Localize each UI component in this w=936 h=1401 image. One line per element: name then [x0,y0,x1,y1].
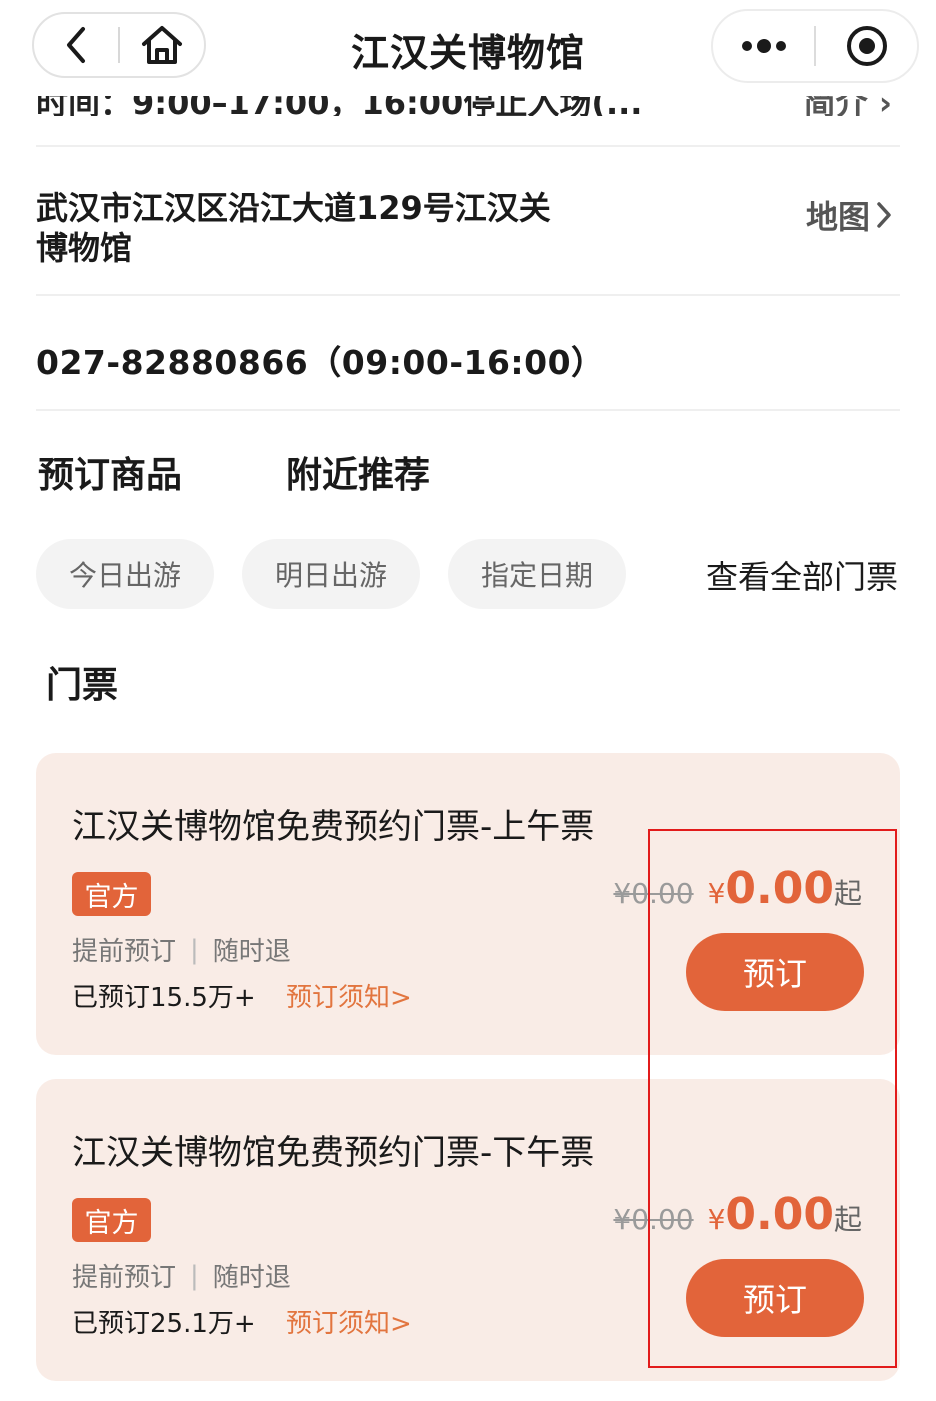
feature-refund-anytime: 随时退 [212,1263,291,1293]
close-miniprogram-button[interactable] [816,11,917,81]
currency-symbol: ¥ [707,877,726,910]
ticket-card[interactable]: 江汉关博物馆免费预约门票-上午票 官方 提前预订 | 随时退 已预订15.5万+… [36,753,900,1055]
ticket-features: 提前预订 | 随时退 [72,931,291,968]
divider [36,145,900,147]
feature-refund-anytime: 随时退 [212,937,291,967]
currency-symbol: ¥ [707,1203,726,1236]
tab-nearby[interactable]: 附近推荐 [286,446,430,498]
map-link[interactable]: 地图 [806,192,892,238]
price: ¥0.00 ¥ 0.00 起 [613,1189,862,1240]
target-circle-icon [846,26,887,66]
feature-separator: | [190,934,199,965]
menu-capsule [711,9,919,83]
feature-advance-booking: 提前预订 [72,937,177,967]
divider [36,294,900,296]
address-text: 武汉市江汉区沿江大道129号江汉关博物馆 [36,189,551,267]
divider [36,409,900,411]
booking-notice-link[interactable]: 预订须知> [286,1303,412,1340]
price-amount: 0.00 [725,1189,834,1240]
book-button[interactable]: 预订 [686,933,864,1011]
official-badge: 官方 [72,872,151,916]
more-button[interactable] [713,11,814,81]
map-link-label: 地图 [805,198,870,236]
phone-number[interactable]: 027-82880866（09:00-16:00） [36,336,605,384]
price-suffix: 起 [833,1203,862,1236]
original-price: ¥0.00 [613,1203,694,1236]
section-title: 门票 [46,665,119,706]
feature-advance-booking: 提前预订 [72,1263,177,1293]
tab-booking[interactable]: 预订商品 [38,446,182,498]
booking-notice-link[interactable]: 预订须知> [286,977,412,1014]
price: ¥0.00 ¥ 0.00 起 [613,863,862,914]
view-all-tickets-link[interactable]: 查看全部门票 [706,552,898,598]
book-button[interactable]: 预订 [686,1259,864,1337]
more-dots-icon [741,39,786,53]
chip-tomorrow[interactable]: 明日出游 [242,539,420,609]
chip-today[interactable]: 今日出游 [36,539,214,609]
price-amount: 0.00 [725,863,834,914]
price-suffix: 起 [833,877,862,910]
chevron-right-icon [877,202,891,228]
ticket-card[interactable]: 江汉关博物馆免费预约门票-下午票 官方 提前预订 | 随时退 已预订25.1万+… [36,1079,900,1381]
sold-count: 已预订25.1万+ [72,1309,256,1339]
original-price: ¥0.00 [613,877,694,910]
header-bar: 江汉关博物馆 [0,0,936,96]
ticket-title: 江汉关博物馆免费预约门票-下午票 [72,1133,595,1173]
ticket-features: 提前预订 | 随时退 [72,1257,291,1294]
feature-separator: | [190,1260,199,1291]
chip-pick-date[interactable]: 指定日期 [448,539,626,609]
sold-count: 已预订15.5万+ [72,983,256,1013]
official-badge: 官方 [72,1198,151,1242]
ticket-title: 江汉关博物馆免费预约门票-上午票 [72,807,595,847]
